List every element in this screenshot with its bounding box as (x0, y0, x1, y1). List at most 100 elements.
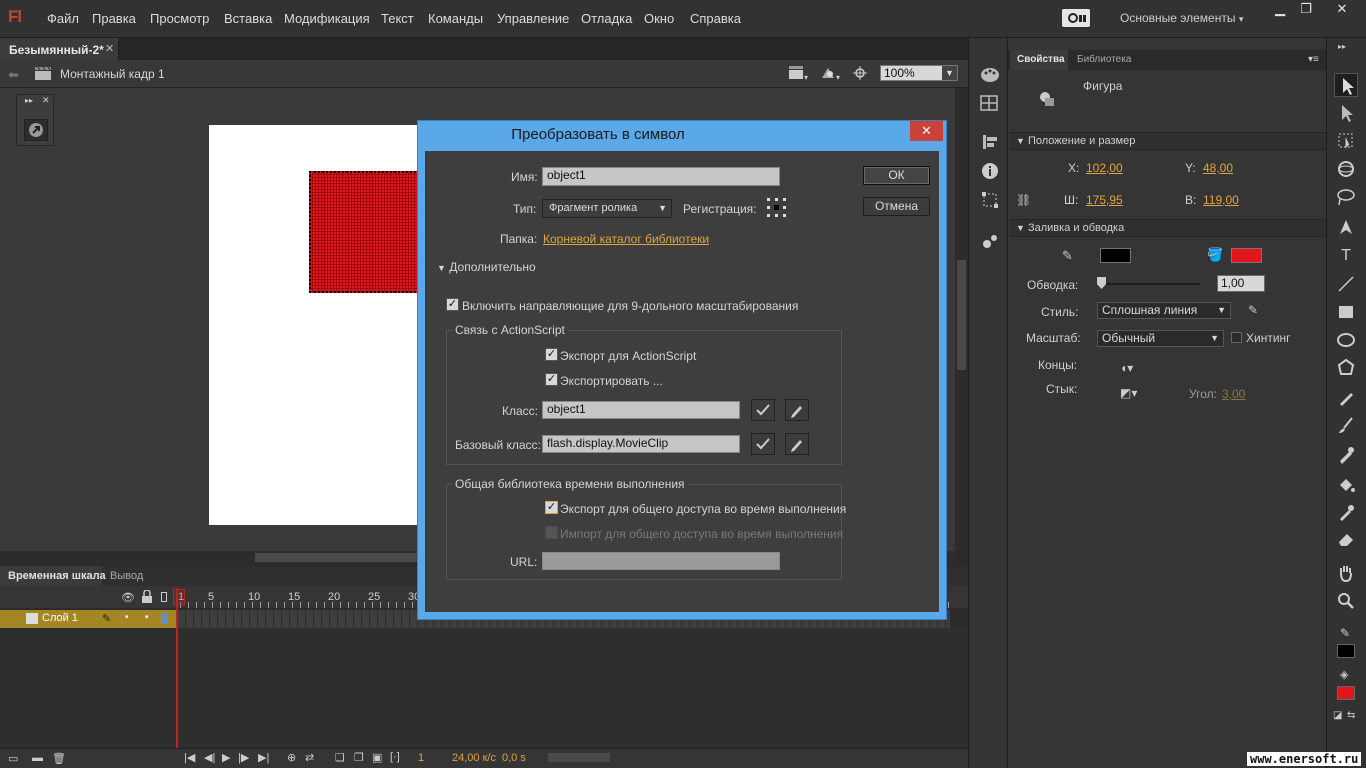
y-value[interactable]: 48,00 (1203, 161, 1233, 175)
joins-select-icon[interactable]: ◩▾ (1120, 386, 1137, 400)
x-value[interactable]: 102,00 (1086, 161, 1123, 175)
paint-bucket-tool-icon[interactable] (1334, 473, 1358, 497)
toolbar-collapse-icon[interactable]: ▸▸ (1338, 42, 1346, 51)
toolbar-stroke-color[interactable] (1337, 644, 1355, 658)
rectangle-tool-icon[interactable] (1334, 300, 1358, 324)
center-stage-icon[interactable] (852, 65, 868, 81)
menu-file[interactable]: Файл (47, 11, 79, 26)
import-runtime-checkbox[interactable] (545, 526, 558, 539)
edit-multiple-icon[interactable]: ▣ (372, 751, 382, 764)
onion-skin-icon[interactable]: ❏ (335, 751, 345, 764)
brush-tool-icon[interactable] (1334, 414, 1358, 438)
stroke-width-input[interactable]: 1,00 (1217, 275, 1265, 292)
edit-scene-icon[interactable]: ▾ (788, 65, 810, 81)
frame-rate[interactable]: 24,00 к/с (452, 752, 496, 764)
dialog-close-icon[interactable]: ✕ (910, 121, 943, 141)
lasso-tool-icon[interactable] (1334, 185, 1358, 209)
restore-icon[interactable]: ❐ (1288, 0, 1324, 18)
layer-outline-color[interactable] (161, 613, 168, 624)
menu-view[interactable]: Просмотр (150, 11, 209, 26)
current-frame[interactable]: 1 (418, 752, 424, 764)
transform-icon[interactable] (981, 191, 999, 209)
line-tool-icon[interactable] (1334, 272, 1358, 296)
menu-text[interactable]: Текст (381, 11, 414, 26)
free-transform-tool-icon[interactable] (1334, 129, 1358, 153)
swap-colors-icon[interactable]: ⇆ (1347, 710, 1355, 721)
hand-tool-icon[interactable] (1334, 561, 1358, 585)
folder-link[interactable]: Корневой каталог библиотеки (543, 232, 709, 246)
center-frame-icon[interactable]: ⊕ (287, 751, 296, 764)
base-class-input[interactable]: flash.display.MovieClip (542, 435, 740, 453)
symbol-name-input[interactable]: object1 (542, 167, 780, 186)
selected-red-rectangle[interactable] (309, 171, 424, 293)
step-forward-icon[interactable]: |▶ (238, 751, 249, 764)
edit-stroke-style-icon[interactable]: ✎ (1248, 303, 1258, 317)
chain-link-icon[interactable]: ⛓ (1016, 193, 1031, 207)
edit-base-class-pencil-icon[interactable] (785, 433, 809, 455)
step-back-icon[interactable]: ◀| (204, 751, 215, 764)
subselection-tool-icon[interactable] (1334, 101, 1358, 125)
3d-rotation-tool-icon[interactable] (1334, 157, 1358, 181)
pen-tool-icon[interactable] (1334, 215, 1358, 239)
stage-vertical-scroll-thumb[interactable] (957, 260, 966, 370)
text-tool-icon[interactable]: T (1334, 244, 1358, 268)
menu-commands[interactable]: Команды (428, 11, 483, 26)
toolbar-fill-color[interactable] (1337, 686, 1355, 700)
bone-tool-icon[interactable] (1334, 444, 1358, 468)
edit-symbols-icon[interactable]: ▾ (820, 65, 842, 81)
polystar-tool-icon[interactable] (1334, 356, 1358, 380)
export-frame-checkbox[interactable]: ✓ (545, 373, 558, 386)
selection-tool-icon[interactable] (1334, 73, 1358, 97)
onion-outline-icon[interactable]: ❐ (354, 751, 364, 764)
outline-icon[interactable] (161, 592, 167, 602)
panel-tool-button[interactable] (24, 119, 48, 141)
layer-visible-dot-icon[interactable]: • (125, 612, 129, 623)
info-icon[interactable] (981, 162, 999, 180)
zoom-dropdown-icon[interactable]: ▼ (942, 66, 957, 80)
validate-base-class-check-icon[interactable] (751, 433, 775, 455)
swatches-icon[interactable] (980, 95, 998, 111)
playhead[interactable] (173, 589, 185, 605)
width-value[interactable]: 175,95 (1086, 193, 1123, 207)
pencil-tool-icon[interactable] (1334, 386, 1358, 410)
hinting-checkbox[interactable] (1231, 332, 1242, 343)
eye-icon[interactable]: 👁 (121, 591, 135, 604)
url-input[interactable] (542, 552, 780, 570)
menu-insert[interactable]: Вставка (224, 11, 272, 26)
export-actionscript-checkbox[interactable]: ✓ (545, 348, 558, 361)
workspace-switcher[interactable]: Основные элементы ▾ (1120, 11, 1243, 25)
default-colors-icon[interactable]: ◪ (1333, 710, 1342, 721)
ok-button[interactable]: ОК (863, 166, 930, 185)
go-last-frame-icon[interactable]: ▶| (258, 751, 269, 764)
registration-grid[interactable] (766, 197, 788, 219)
play-icon[interactable]: ▶ (222, 751, 230, 764)
caps-select-icon[interactable]: ◖▾ (1120, 361, 1133, 375)
export-runtime-checkbox[interactable]: ✓ (545, 501, 558, 514)
edit-class-pencil-icon[interactable] (785, 399, 809, 421)
new-folder-icon[interactable]: ▬ (32, 752, 43, 764)
scale9-checkbox[interactable]: ✓ (446, 298, 459, 311)
tab-library[interactable]: Библиотека (1077, 54, 1131, 65)
stage-horizontal-scroll-thumb[interactable] (255, 553, 420, 562)
layer-lock-dot-icon[interactable]: • (145, 612, 149, 623)
menu-help[interactable]: Справка (690, 11, 741, 26)
onion-markers-icon[interactable]: [·] (390, 751, 400, 763)
menu-control[interactable]: Управление (497, 11, 569, 26)
eraser-tool-icon[interactable] (1334, 527, 1358, 551)
go-first-frame-icon[interactable]: |◀ (184, 751, 195, 764)
tab-close-icon[interactable]: ✕ (105, 42, 114, 55)
menu-window[interactable]: Окно (644, 11, 674, 26)
stroke-color-swatch[interactable] (1100, 248, 1131, 263)
close-window-icon[interactable]: ✕ (1322, 0, 1362, 18)
back-arrow-icon[interactable]: ⬅ (8, 67, 19, 83)
panel-close-icon[interactable]: ✕ (42, 95, 50, 106)
delete-layer-icon[interactable]: 🗑 (52, 752, 66, 765)
lock-icon[interactable] (141, 590, 153, 603)
height-value[interactable]: 119,00 (1203, 193, 1239, 207)
class-input[interactable]: object1 (542, 401, 740, 419)
panel-collapse-icon[interactable]: ▸▸ (25, 96, 33, 105)
stroke-slider[interactable] (1100, 283, 1200, 285)
components-icon[interactable] (981, 232, 999, 250)
menu-debug[interactable]: Отладка (581, 11, 632, 26)
align-icon[interactable] (982, 134, 998, 150)
